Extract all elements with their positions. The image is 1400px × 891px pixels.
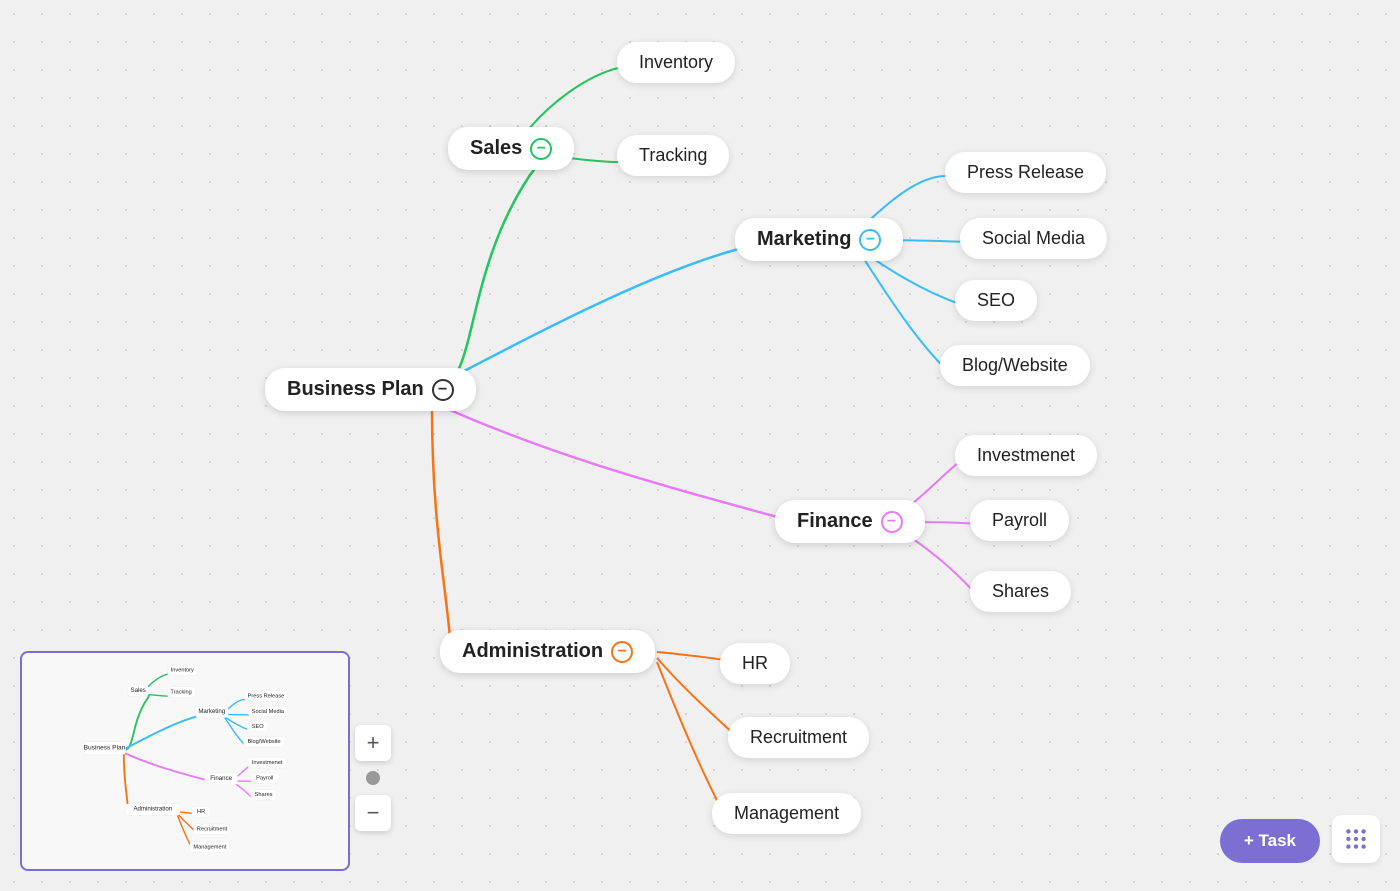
press-release-label: Press Release (967, 162, 1084, 182)
management-label: Management (734, 803, 839, 823)
grid-icon (1343, 826, 1369, 852)
investmenet-label: Investmenet (977, 445, 1075, 465)
blog-website-node[interactable]: Blog/Website (940, 345, 1090, 386)
business-plan-node[interactable]: Business Plan − (265, 368, 476, 411)
svg-text:Recruitment: Recruitment (197, 827, 228, 833)
administration-node[interactable]: Administration − (440, 630, 655, 673)
zoom-out-button[interactable]: − (355, 795, 391, 831)
investmenet-node[interactable]: Investmenet (955, 435, 1097, 476)
blog-website-label: Blog/Website (962, 355, 1068, 375)
minimap: Business Plan Sales Inventory Tracking M… (20, 651, 350, 871)
svg-text:Management: Management (193, 844, 226, 850)
svg-text:Shares: Shares (255, 792, 273, 798)
svg-text:Sales: Sales (131, 687, 146, 694)
social-media-label: Social Media (982, 228, 1085, 248)
svg-text:Inventory: Inventory (171, 668, 194, 674)
svg-text:Payroll: Payroll (256, 776, 273, 782)
shares-label: Shares (992, 581, 1049, 601)
recruitment-label: Recruitment (750, 727, 847, 747)
svg-text:Finance: Finance (210, 775, 232, 782)
business-plan-label: Business Plan (287, 378, 424, 401)
zoom-controls: + − (355, 725, 391, 831)
svg-text:Blog/Website: Blog/Website (248, 739, 281, 745)
svg-text:SEO: SEO (252, 724, 265, 730)
seo-node[interactable]: SEO (955, 280, 1037, 321)
svg-text:Business Plan: Business Plan (84, 744, 126, 751)
recruitment-node[interactable]: Recruitment (728, 717, 869, 758)
svg-text:Social Media: Social Media (252, 709, 285, 715)
shares-node[interactable]: Shares (970, 571, 1071, 612)
svg-text:Tracking: Tracking (170, 689, 191, 695)
finance-node[interactable]: Finance − (775, 500, 925, 543)
marketing-node[interactable]: Marketing − (735, 218, 903, 261)
finance-label: Finance (797, 510, 873, 533)
hr-label: HR (742, 653, 768, 673)
hr-node[interactable]: HR (720, 643, 790, 684)
payroll-node[interactable]: Payroll (970, 500, 1069, 541)
management-node[interactable]: Management (712, 793, 861, 834)
add-task-label: + Task (1244, 831, 1296, 851)
svg-text:Marketing: Marketing (198, 708, 225, 715)
payroll-label: Payroll (992, 510, 1047, 530)
svg-text:HR: HR (197, 809, 205, 815)
zoom-in-button[interactable]: + (355, 725, 391, 761)
press-release-node[interactable]: Press Release (945, 152, 1106, 193)
minimap-svg: Business Plan Sales Inventory Tracking M… (22, 653, 350, 871)
tracking-label: Tracking (639, 145, 707, 165)
social-media-node[interactable]: Social Media (960, 218, 1107, 259)
sales-collapse[interactable]: − (530, 138, 552, 160)
inventory-label: Inventory (639, 52, 713, 72)
inventory-node[interactable]: Inventory (617, 42, 735, 83)
finance-collapse[interactable]: − (881, 511, 903, 533)
administration-collapse[interactable]: − (611, 641, 633, 663)
zoom-indicator (366, 771, 380, 785)
tracking-node[interactable]: Tracking (617, 135, 729, 176)
svg-text:Press Release: Press Release (248, 694, 285, 700)
add-task-button[interactable]: + Task (1220, 819, 1320, 863)
marketing-collapse[interactable]: − (859, 229, 881, 251)
svg-text:Investmenet: Investmenet (252, 760, 283, 766)
sales-label: Sales (470, 137, 522, 160)
sales-node[interactable]: Sales − (448, 127, 574, 170)
marketing-label: Marketing (757, 228, 851, 251)
seo-label: SEO (977, 290, 1015, 310)
business-plan-collapse[interactable]: − (432, 379, 454, 401)
administration-label: Administration (462, 640, 603, 663)
grid-icon-button[interactable] (1332, 815, 1380, 863)
svg-text:Administration: Administration (133, 806, 172, 813)
